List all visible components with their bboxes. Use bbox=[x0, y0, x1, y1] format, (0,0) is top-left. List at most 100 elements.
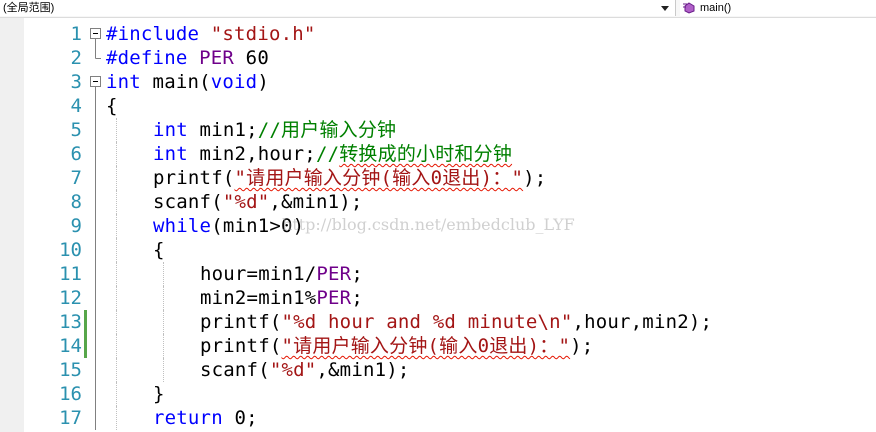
code-text[interactable]: printf("请用户输入分钟(输入0退出)："); bbox=[153, 166, 546, 190]
code-token: 转换成的小时和分钟 bbox=[339, 143, 513, 165]
indent-guide bbox=[116, 286, 117, 310]
scope-dropdown-label: (全局范围) bbox=[3, 2, 55, 14]
code-token: min1; bbox=[187, 119, 258, 141]
code-token: ,&min1); bbox=[269, 191, 363, 213]
line-number: 17 bbox=[59, 407, 82, 429]
code-token: "请用户输入分钟(输入0退出)：" bbox=[281, 335, 571, 357]
code-token: "请用户输入分钟(输入0退出)：" bbox=[234, 167, 524, 189]
chevron-down-icon[interactable] bbox=[661, 6, 669, 11]
outline-line-icon bbox=[88, 142, 104, 166]
line-number: 5 bbox=[70, 119, 82, 141]
code-text[interactable]: { bbox=[106, 94, 118, 118]
code-token: int bbox=[153, 143, 188, 165]
code-token: "%d hour and %d minute\n" bbox=[281, 311, 573, 333]
code-token: PER bbox=[316, 287, 352, 309]
watermark: http://blog.csdn.net/embedclub_LYF bbox=[282, 215, 575, 234]
indent-guide bbox=[116, 166, 117, 190]
code-token: int bbox=[153, 119, 188, 141]
indent-guide bbox=[116, 190, 117, 214]
code-line[interactable]: 7 printf("请用户输入分钟(输入0退出)："); bbox=[0, 166, 876, 190]
code-text[interactable]: int min2,hour;//转换成的小时和分钟 bbox=[153, 142, 512, 166]
outline-line-icon bbox=[88, 190, 104, 214]
code-token: min2=min1% bbox=[200, 287, 317, 309]
code-text[interactable]: scanf("%d",&min1); bbox=[153, 190, 363, 214]
code-token: main( bbox=[140, 71, 211, 93]
outline-line-icon bbox=[88, 310, 104, 334]
line-number: 9 bbox=[70, 215, 82, 237]
scope-dropdown[interactable]: (全局范围) bbox=[0, 0, 676, 16]
code-token: printf( bbox=[153, 167, 235, 189]
code-token: ) bbox=[257, 71, 269, 93]
code-token: ; bbox=[351, 263, 363, 285]
code-line[interactable]: 11 hour=min1/PER; bbox=[0, 262, 876, 286]
code-token: PER bbox=[199, 47, 235, 69]
line-number: 2 bbox=[70, 47, 82, 69]
code-text[interactable]: int min1;//用户输入分钟 bbox=[153, 118, 396, 142]
indent-guide bbox=[116, 334, 117, 358]
code-token: hour=min1/ bbox=[200, 263, 317, 285]
collapse-minus-icon[interactable] bbox=[88, 70, 104, 94]
code-token: 0; bbox=[222, 407, 258, 429]
indent-guide bbox=[116, 238, 117, 262]
code-text[interactable]: scanf("%d",&min1); bbox=[200, 358, 410, 382]
code-token: { bbox=[106, 95, 118, 117]
code-text[interactable]: { bbox=[153, 238, 165, 262]
method-icon bbox=[683, 2, 695, 14]
code-token: ); bbox=[570, 335, 594, 357]
code-line[interactable]: 4{ bbox=[0, 94, 876, 118]
indent-guide bbox=[163, 358, 164, 382]
code-line[interactable]: 16} bbox=[0, 382, 876, 406]
code-text[interactable]: return 0; bbox=[153, 406, 258, 430]
code-editor[interactable]: 1 #include "stdio.h" 2 #define PER 60 3 int m… bbox=[0, 18, 876, 432]
collapse-minus-icon[interactable] bbox=[88, 22, 104, 46]
code-text[interactable]: printf("%d hour and %d minute\n",hour,mi… bbox=[200, 310, 712, 334]
line-number: 8 bbox=[70, 191, 82, 213]
code-token: // bbox=[315, 143, 340, 165]
indent-guide bbox=[116, 382, 117, 406]
code-line[interactable]: 10 { bbox=[0, 238, 876, 262]
code-text[interactable]: #include "stdio.h" bbox=[106, 22, 316, 46]
indent-guide bbox=[116, 358, 117, 382]
code-line[interactable]: 5 int min1;//用户输入分钟 bbox=[0, 118, 876, 142]
line-number: 15 bbox=[59, 359, 82, 381]
code-token: printf( bbox=[200, 335, 282, 357]
line-number: 3 bbox=[70, 71, 82, 93]
line-number: 4 bbox=[70, 95, 82, 117]
member-dropdown-label: main() bbox=[700, 2, 732, 14]
code-token: ,&min1); bbox=[316, 359, 410, 381]
line-number: 10 bbox=[59, 239, 82, 261]
code-token: 60 bbox=[234, 47, 269, 69]
code-text[interactable]: int main(void) bbox=[106, 70, 269, 94]
member-dropdown[interactable]: main() bbox=[680, 0, 876, 16]
line-number: 1 bbox=[70, 23, 82, 45]
code-token: #define bbox=[106, 47, 200, 69]
code-line[interactable]: 12 min2=min1%PER; bbox=[0, 286, 876, 310]
indent-guide bbox=[163, 286, 164, 310]
indent-guide bbox=[116, 214, 117, 238]
code-line[interactable]: 17 return 0; bbox=[0, 406, 876, 430]
code-line[interactable]: 1 #include "stdio.h" bbox=[0, 22, 876, 46]
code-text[interactable]: #define PER 60 bbox=[106, 46, 269, 70]
code-token: while bbox=[153, 215, 212, 237]
line-number: 14 bbox=[59, 335, 82, 357]
navigation-bar: (全局范围) main() bbox=[0, 0, 876, 18]
code-line[interactable]: 6 int min2,hour;//转换成的小时和分钟 bbox=[0, 142, 876, 166]
line-number: 12 bbox=[59, 287, 82, 309]
outline-line-icon bbox=[88, 358, 104, 382]
code-text[interactable]: hour=min1/PER; bbox=[200, 262, 363, 286]
code-line[interactable]: 15 scanf("%d",&min1); bbox=[0, 358, 876, 382]
outline-line-icon bbox=[88, 334, 104, 358]
code-text[interactable]: } bbox=[153, 382, 165, 406]
code-line[interactable]: 2 #define PER 60 bbox=[0, 46, 876, 70]
code-line[interactable]: 14 printf("请用户输入分钟(输入0退出)："); bbox=[0, 334, 876, 358]
code-line[interactable]: 13 printf("%d hour and %d minute\n",hour,… bbox=[0, 310, 876, 334]
code-text[interactable]: printf("请用户输入分钟(输入0退出)："); bbox=[200, 334, 593, 358]
outline-line-icon bbox=[88, 118, 104, 142]
code-text[interactable]: min2=min1%PER; bbox=[200, 286, 363, 310]
code-line[interactable]: 3 int main(void) bbox=[0, 70, 876, 94]
outline-line-icon bbox=[88, 166, 104, 190]
code-line[interactable]: 8 scanf("%d",&min1); bbox=[0, 190, 876, 214]
code-token: printf( bbox=[200, 311, 282, 333]
outline-line-icon bbox=[88, 262, 104, 286]
indent-guide bbox=[116, 310, 117, 334]
